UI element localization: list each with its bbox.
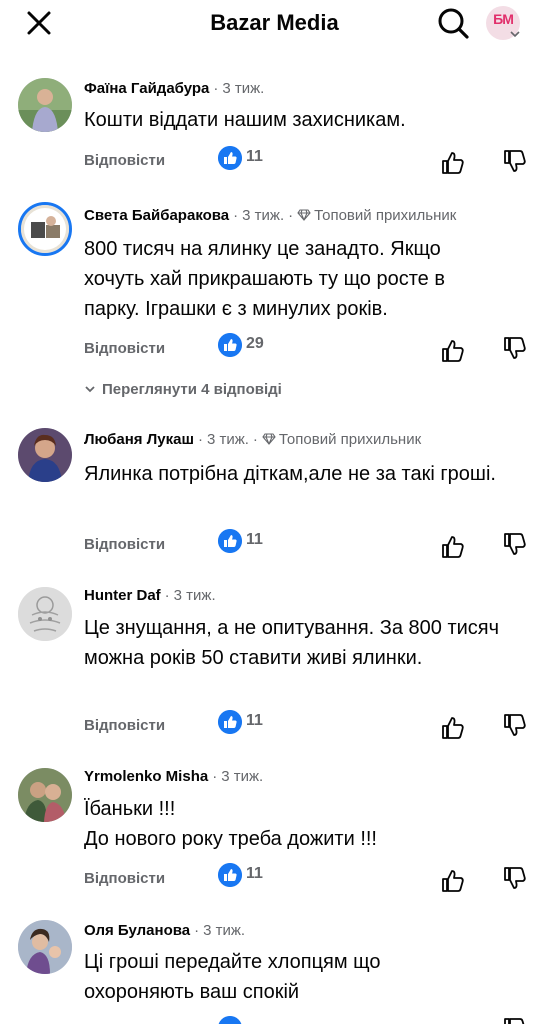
comment-meta: Hunter Daf · 3 тиж. [84, 587, 216, 604]
fan-badge: Топовий прихильник [314, 207, 457, 224]
search-icon[interactable] [436, 6, 470, 40]
like-count: 11 [246, 148, 263, 165]
like-icon [218, 333, 242, 357]
comment-text: Кошти віддати нашим захисникам. [84, 109, 406, 131]
upvote-icon[interactable] [440, 715, 466, 741]
comment-text: Їбаньки !!! До нового року треба дожити … [84, 794, 504, 854]
chevron-down-icon[interactable] [509, 29, 521, 39]
chevron-down-icon [85, 386, 95, 393]
author-name[interactable]: Оля Буланова [84, 922, 190, 939]
comment-text: Ці гроші передайте хлопцям що охороняють… [84, 951, 381, 1003]
comment-time: 3 тиж. [173, 587, 216, 604]
author-name[interactable]: Света Байбаракова [84, 207, 229, 224]
downvote-icon[interactable] [502, 1016, 528, 1024]
avatar[interactable] [18, 78, 72, 132]
downvote-icon[interactable] [502, 531, 528, 557]
comment-time: 3 тиж. [242, 207, 285, 224]
reply-button[interactable]: Відповісти [84, 717, 165, 734]
like-icon [218, 529, 242, 553]
downvote-icon[interactable] [502, 865, 528, 891]
avatar[interactable] [18, 202, 72, 256]
comment-meta: Yrmolenko Misha · 3 тиж. [84, 768, 264, 785]
comment-text: 800 тисяч на ялинку це занадто. Якщо хоч… [84, 238, 445, 320]
like-icon [218, 1016, 242, 1024]
like-count: 11 [246, 712, 263, 729]
comment-line: Їбаньки !!! [84, 798, 176, 820]
comment-time: 3 тиж. [221, 768, 264, 785]
reply-button[interactable]: Відповісти [84, 870, 165, 887]
like-icon [218, 863, 242, 887]
comment-line: До нового року треба дожити !!! [84, 828, 377, 850]
view-replies-link[interactable]: Переглянути 4 відповіді [84, 381, 282, 398]
comment-meta: Оля Буланова · 3 тиж. [84, 922, 246, 939]
like-count: 29 [246, 335, 264, 352]
like-icon [218, 710, 242, 734]
diamond-icon [262, 433, 276, 445]
upvote-icon[interactable] [440, 338, 466, 364]
upvote-icon[interactable] [440, 868, 466, 894]
comment-meta: Любаня Лукаш · 3 тиж. · Топовий прихильник [84, 431, 422, 448]
view-replies-label: Переглянути 4 відповіді [102, 381, 282, 398]
avatar[interactable] [18, 768, 72, 822]
author-name[interactable]: Любаня Лукаш [84, 431, 194, 448]
page-logo: БМ [493, 11, 514, 27]
upvote-icon[interactable] [440, 150, 466, 176]
top-bar: Bazar Media БМ [0, 0, 549, 50]
downvote-icon[interactable] [502, 148, 528, 174]
upvote-icon[interactable] [440, 534, 466, 560]
diamond-icon [297, 209, 311, 221]
like-count: 11 [246, 865, 263, 882]
comment-text: Ялинка потрібна діткам,але не за такі гр… [84, 463, 496, 485]
reply-button[interactable]: Відповісти [84, 152, 165, 169]
comment-time: 3 тиж. [206, 431, 249, 448]
reply-button[interactable]: Відповісти [84, 340, 165, 357]
comment-meta: Фаїна Гайдабура · 3 тиж. [84, 80, 265, 97]
comment-time: 3 тиж. [222, 80, 265, 97]
author-name[interactable]: Фаїна Гайдабура [84, 80, 209, 97]
like-count: 11 [246, 531, 263, 548]
comment-meta: Света Байбаракова · 3 тиж. · Топовий прихиль… [84, 207, 457, 224]
author-name[interactable]: Hunter Daf [84, 587, 161, 604]
avatar[interactable] [18, 920, 72, 974]
reply-button[interactable]: Відповісти [84, 536, 165, 553]
like-icon [218, 146, 242, 170]
downvote-icon[interactable] [502, 712, 528, 738]
comment-time: 3 тиж. [203, 922, 246, 939]
fan-badge: Топовий прихильник [278, 431, 422, 448]
avatar[interactable] [18, 428, 72, 482]
author-name[interactable]: Yrmolenko Misha [84, 768, 208, 785]
downvote-icon[interactable] [502, 335, 528, 361]
comment-text: Це знущання, а не опитування. За 800 тис… [84, 617, 500, 669]
avatar[interactable] [18, 587, 72, 641]
